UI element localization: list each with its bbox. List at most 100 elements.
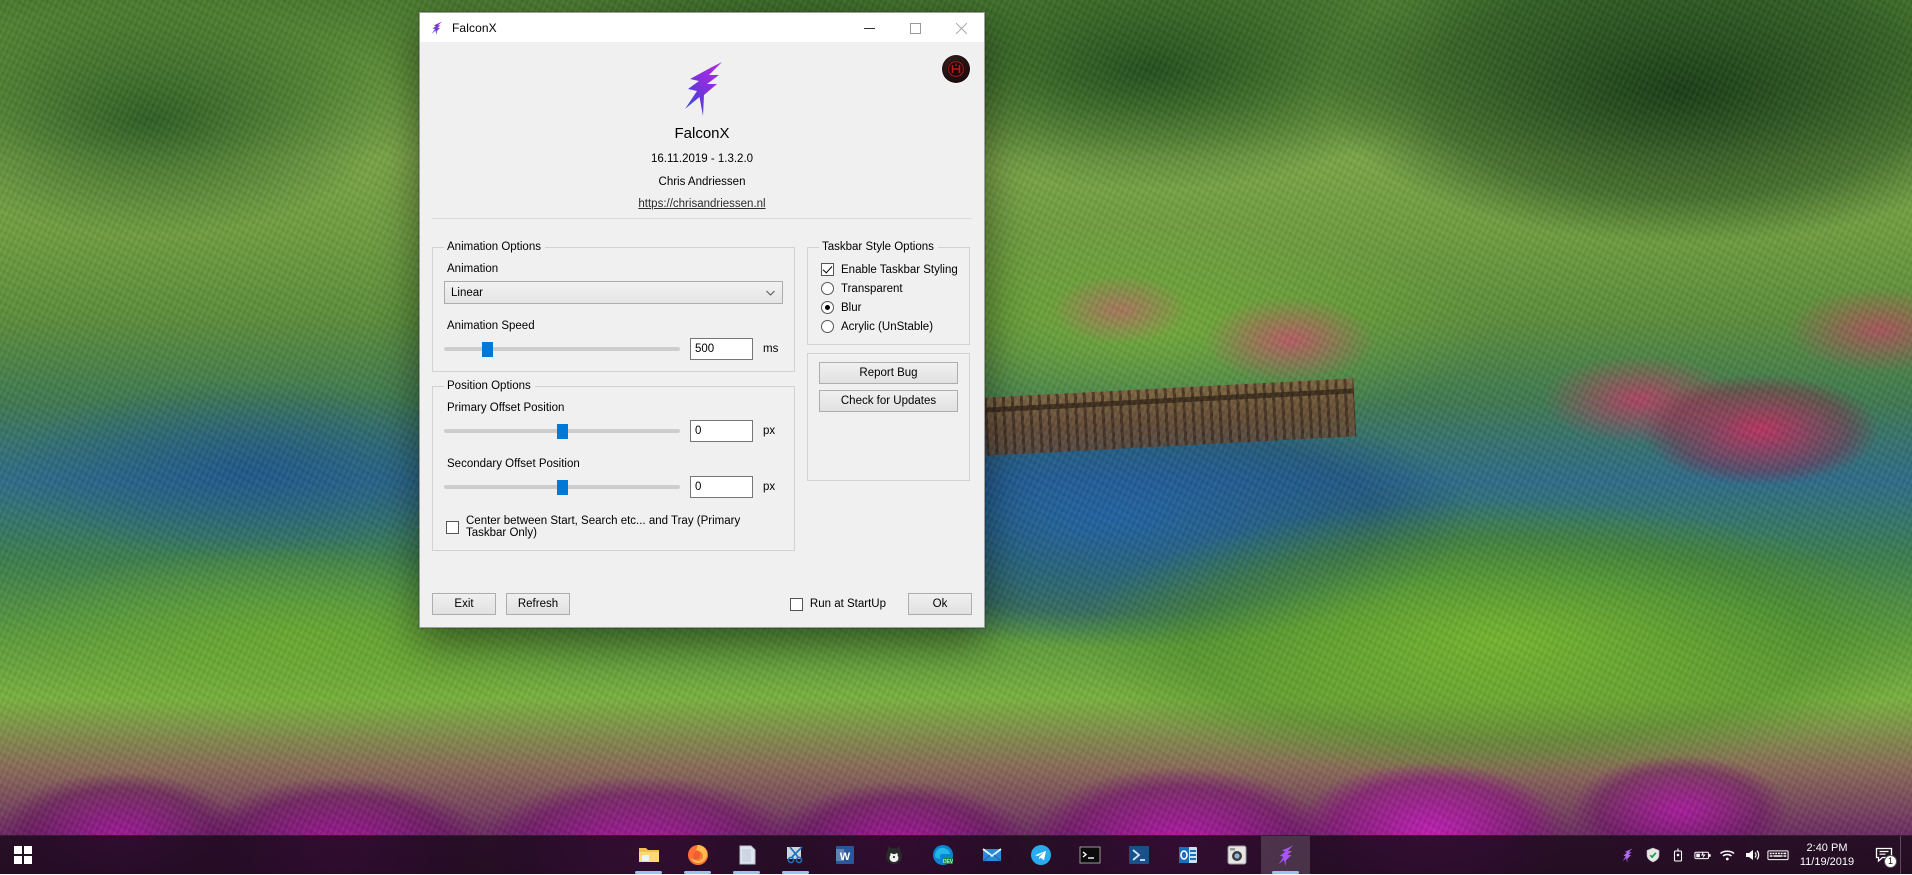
animation-speed-input[interactable]: 500 <box>690 338 753 360</box>
window-footer: Exit Refresh Run at StartUp Ok <box>420 581 984 627</box>
actions-group: Report Bug Check for Updates <box>807 353 970 481</box>
clock-date: 11/19/2019 <box>1796 855 1858 869</box>
position-options-group: Position Options Primary Offset Position… <box>432 380 795 551</box>
minimize-button[interactable] <box>846 13 892 43</box>
clock-time: 2:40 PM <box>1796 841 1858 855</box>
enable-taskbar-styling-checkbox[interactable]: Enable Taskbar Styling <box>821 263 958 276</box>
window-titlebar[interactable]: FalconX <box>420 13 984 43</box>
show-desktop-button[interactable] <box>1900 836 1908 875</box>
maximize-button[interactable] <box>892 13 938 43</box>
checkbox-icon <box>446 521 459 534</box>
refresh-button[interactable]: Refresh <box>506 593 570 615</box>
falconx-logo-icon <box>429 20 445 36</box>
tray-wifi-icon[interactable] <box>1715 836 1740 875</box>
check-for-updates-label: Check for Updates <box>841 395 936 407</box>
tray-battery-icon[interactable] <box>1690 836 1715 875</box>
radio-transparent[interactable]: Transparent <box>821 282 958 295</box>
taskbar-item-word[interactable]: W <box>820 836 869 875</box>
falconx-logo-icon <box>676 59 728 117</box>
radio-icon <box>821 320 834 333</box>
action-center-button[interactable]: 1 <box>1868 836 1900 875</box>
start-button[interactable] <box>0 836 46 875</box>
command-prompt-icon <box>1078 843 1102 867</box>
enable-taskbar-styling-label: Enable Taskbar Styling <box>841 264 958 276</box>
taskbar-item-outlook[interactable] <box>1163 836 1212 875</box>
check-for-updates-button[interactable]: Check for Updates <box>819 390 958 412</box>
left-column: Animation Options Animation Linear Anima… <box>432 233 795 551</box>
taskbar-item-command-prompt[interactable] <box>1065 836 1114 875</box>
outlook-icon <box>1176 843 1200 867</box>
report-bug-button[interactable]: Report Bug <box>819 362 958 384</box>
animation-speed-label: Animation Speed <box>447 320 783 332</box>
taskbar-clock[interactable]: 2:40 PM 11/19/2019 <box>1790 841 1868 869</box>
secondary-offset-input[interactable]: 0 <box>690 476 753 498</box>
taskbar-item-camera[interactable] <box>1212 836 1261 875</box>
animation-speed-unit: ms <box>763 343 783 355</box>
taskbar-item-snip-sketch[interactable] <box>771 836 820 875</box>
animation-speed-slider[interactable] <box>444 339 680 359</box>
tray-keyboard-icon[interactable] <box>1765 836 1790 875</box>
primary-offset-input[interactable]: 0 <box>690 420 753 442</box>
wooden-bridge <box>984 378 1357 455</box>
taskbar-item-onenote[interactable] <box>722 836 771 875</box>
website-link[interactable]: https://chrisandriessen.nl <box>638 198 765 210</box>
radio-acrylic[interactable]: Acrylic (UnStable) <box>821 320 958 333</box>
radio-blur-label: Blur <box>841 302 861 314</box>
open-indicator <box>1272 871 1299 874</box>
windows-taskbar: W DEV <box>0 835 1912 874</box>
position-options-legend: Position Options <box>444 380 535 392</box>
radio-icon <box>821 282 834 295</box>
system-tray: 2:40 PM 11/19/2019 1 <box>1615 836 1912 875</box>
open-indicator <box>684 871 711 874</box>
about-section: FalconX 16.11.2019 - 1.3.2.0 Chris Andri… <box>420 43 984 227</box>
run-at-startup-label: Run at StartUp <box>810 598 886 610</box>
animation-select[interactable]: Linear <box>444 281 783 304</box>
center-between-label: Center between Start, Search etc... and … <box>466 515 783 539</box>
mail-icon <box>980 843 1004 867</box>
checkbox-icon <box>790 598 803 611</box>
falconx-window: FalconX <box>419 12 985 628</box>
ok-button[interactable]: Ok <box>908 593 972 615</box>
secondary-offset-value: 0 <box>695 481 701 493</box>
chevron-down-icon <box>766 290 775 296</box>
taskbar-item-powershell[interactable] <box>1114 836 1163 875</box>
primary-offset-slider[interactable] <box>444 421 680 441</box>
red-circle-badge-icon <box>942 55 970 83</box>
secondary-offset-slider[interactable] <box>444 477 680 497</box>
onenote-icon <box>735 843 759 867</box>
radio-blur[interactable]: Blur <box>821 301 958 314</box>
primary-offset-value: 0 <box>695 425 701 437</box>
snip-sketch-icon <box>784 843 808 867</box>
falconx-icon <box>1275 843 1297 867</box>
exit-label: Exit <box>454 598 473 610</box>
taskbar-style-legend: Taskbar Style Options <box>819 241 938 253</box>
taskbar-item-mail[interactable] <box>967 836 1016 875</box>
taskbar-item-file-explorer[interactable] <box>624 836 673 875</box>
tray-usb-eject-icon[interactable] <box>1665 836 1690 875</box>
tray-volume-icon[interactable] <box>1740 836 1765 875</box>
tray-falconx-icon[interactable] <box>1615 836 1640 875</box>
tray-shield-security-icon[interactable] <box>1640 836 1665 875</box>
window-title: FalconX <box>452 21 497 35</box>
slider-thumb[interactable] <box>557 480 568 495</box>
animation-speed-row: 500 ms <box>444 338 783 360</box>
taskbar-item-firefox[interactable] <box>673 836 722 875</box>
run-at-startup-checkbox[interactable]: Run at StartUp <box>790 598 886 611</box>
slider-thumb[interactable] <box>482 342 493 357</box>
center-between-checkbox[interactable]: Center between Start, Search etc... and … <box>446 515 783 539</box>
right-column: Taskbar Style Options Enable Taskbar Sty… <box>807 233 970 551</box>
radio-transparent-label: Transparent <box>841 283 903 295</box>
window-controls <box>846 13 984 43</box>
taskbar-app-icons: W DEV <box>624 836 1310 875</box>
slider-thumb[interactable] <box>557 424 568 439</box>
checkbox-checked-icon <box>821 263 834 276</box>
firefox-icon <box>686 843 710 867</box>
animation-select-value: Linear <box>451 287 483 299</box>
taskbar-item-telegram[interactable] <box>1016 836 1065 875</box>
taskbar-item-husky[interactable] <box>869 836 918 875</box>
taskbar-item-falconx[interactable] <box>1261 836 1310 875</box>
taskbar-item-edge-dev[interactable]: DEV <box>918 836 967 875</box>
exit-button[interactable]: Exit <box>432 593 496 615</box>
close-button[interactable] <box>938 13 984 43</box>
open-indicator <box>635 871 662 874</box>
